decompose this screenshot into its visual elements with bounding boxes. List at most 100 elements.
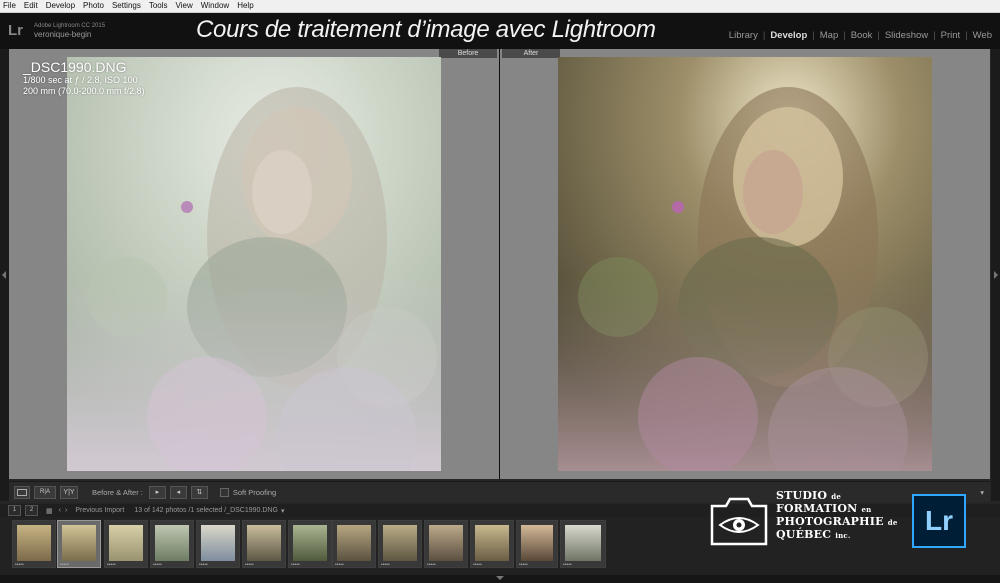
- collapse-bottom-icon: [496, 576, 504, 580]
- left-panel-toggle[interactable]: [0, 49, 9, 501]
- photo-exposure: 1/800 sec at ƒ / 2.8, ISO 100: [23, 75, 138, 85]
- reference-view-button[interactable]: R|A: [34, 485, 56, 499]
- module-slideshow[interactable]: Slideshow: [885, 30, 928, 41]
- thumb-image: [565, 525, 601, 561]
- menu-tools[interactable]: Tools: [145, 0, 172, 12]
- filmstrip-thumb[interactable]: •••••: [470, 520, 514, 568]
- thumb-image: [109, 525, 143, 561]
- studio-line-5: PHOTOGRAPHIE: [776, 515, 884, 528]
- menu-photo[interactable]: Photo: [79, 0, 108, 12]
- after-image: [558, 57, 932, 471]
- copy-before-to-after-button[interactable]: ▸: [148, 485, 166, 499]
- before-image: [67, 57, 441, 471]
- photo-info-overlay: _DSC1990.DNG 1/800 sec at ƒ / 2.8, ISO 1…: [23, 59, 145, 97]
- thumb-image: [247, 525, 281, 561]
- module-separator: |: [965, 30, 968, 41]
- thumb-image: [17, 525, 51, 561]
- thumb-image: [62, 525, 96, 561]
- filmstrip-thumb[interactable]: •••••: [12, 520, 56, 568]
- thumb-stars: •••••: [473, 562, 482, 568]
- thumb-stars: •••••: [199, 562, 208, 568]
- before-photo[interactable]: [67, 57, 441, 471]
- thumb-image: [155, 525, 189, 561]
- after-label: After: [502, 49, 560, 58]
- grid-icon[interactable]: ▦: [46, 507, 53, 515]
- before-pane: Before: [9, 49, 499, 479]
- menu-develop[interactable]: Develop: [42, 0, 79, 12]
- thumb-stars: •••••: [153, 562, 162, 568]
- swap-before-after-button[interactable]: ⇅: [190, 485, 208, 499]
- module-library[interactable]: Library: [729, 30, 758, 41]
- module-separator: |: [812, 30, 815, 41]
- yy-label: Y|Y: [63, 488, 75, 496]
- thumb-image: [521, 525, 553, 561]
- identity-plate: Adobe Lightroom CC 2015 veronique-begin: [34, 23, 105, 39]
- user-name: veronique-begin: [34, 30, 92, 39]
- filmstrip-thumb[interactable]: •••••: [196, 520, 240, 568]
- after-photo[interactable]: [558, 57, 932, 471]
- thumb-stars: •••••: [15, 562, 24, 568]
- expand-left-icon: [2, 271, 6, 279]
- page-button-1[interactable]: 1: [8, 505, 21, 516]
- thumb-stars: •••••: [291, 562, 300, 568]
- studio-line-4: en: [861, 505, 872, 514]
- filmstrip-thumb[interactable]: •••••: [332, 520, 376, 568]
- menu-help[interactable]: Help: [233, 0, 257, 12]
- identity-plate-bar: Lr Adobe Lightroom CC 2015 veronique-beg…: [0, 13, 1000, 49]
- filmstrip-thumb[interactable]: •••••: [424, 520, 468, 568]
- page-button-2[interactable]: 2: [25, 505, 38, 516]
- forward-icon[interactable]: ›: [65, 507, 67, 514]
- filmstrip-thumb[interactable]: •••••: [378, 520, 422, 568]
- thumb-stars: •••••: [335, 562, 344, 568]
- loupe-view-button[interactable]: [14, 485, 30, 499]
- thumb-image: [201, 525, 235, 561]
- filmstrip-source[interactable]: Previous Import: [75, 507, 124, 514]
- menu-file[interactable]: File: [0, 0, 20, 12]
- menu-window[interactable]: Window: [197, 0, 233, 12]
- filmstrip-thumb[interactable]: •••••: [150, 520, 194, 568]
- module-web[interactable]: Web: [973, 30, 992, 41]
- studio-name: STUDIO de FORMATION en PHOTOGRAPHIE de Q…: [776, 490, 897, 542]
- module-develop[interactable]: Develop: [770, 30, 807, 41]
- thumb-image: [293, 525, 327, 561]
- filmstrip-thumb[interactable]: •••••: [516, 520, 558, 568]
- photo-lens: 200 mm (70.0-200.0 mm f/2.8): [23, 86, 145, 96]
- filmstrip-thumb[interactable]: •••••: [104, 520, 148, 568]
- chevron-down-icon[interactable]: ▾: [281, 507, 285, 515]
- thumb-image: [337, 525, 371, 561]
- toolbar-menu-icon[interactable]: ▾: [980, 488, 984, 497]
- module-book[interactable]: Book: [851, 30, 873, 41]
- soft-proofing-checkbox[interactable]: [219, 487, 229, 497]
- menu-bar: File Edit Develop Photo Settings Tools V…: [0, 0, 1000, 13]
- before-after-label: Before & After :: [92, 487, 143, 497]
- right-panel-toggle[interactable]: [991, 49, 1000, 501]
- soft-proofing-label: Soft Proofing: [232, 487, 277, 497]
- arrow-right-icon: ▸: [155, 489, 160, 496]
- filmstrip-thumb-selected[interactable]: •••••: [57, 520, 101, 568]
- bottom-panel-toggle[interactable]: [0, 575, 1000, 583]
- thumb-stars: •••••: [563, 562, 572, 568]
- filmstrip-thumb[interactable]: •••••: [560, 520, 606, 568]
- app-name: Adobe Lightroom CC 2015: [34, 23, 106, 29]
- module-separator: |: [933, 30, 936, 41]
- expand-right-icon: [994, 271, 998, 279]
- studio-line-3: FORMATION: [776, 502, 858, 515]
- module-map[interactable]: Map: [820, 30, 838, 41]
- menu-edit[interactable]: Edit: [20, 0, 42, 12]
- copy-after-to-before-button[interactable]: ◂: [169, 485, 187, 499]
- thumb-image: [475, 525, 509, 561]
- lightroom-badge: Lr: [912, 494, 966, 548]
- filmstrip-thumb[interactable]: •••••: [288, 520, 332, 568]
- menu-settings[interactable]: Settings: [108, 0, 145, 12]
- thumb-stars: •••••: [107, 562, 116, 568]
- loupe-icon: [17, 488, 27, 496]
- module-print[interactable]: Print: [941, 30, 961, 41]
- menu-view[interactable]: View: [172, 0, 197, 12]
- back-icon[interactable]: ‹: [59, 507, 61, 514]
- thumb-stars: •••••: [519, 562, 528, 568]
- before-after-view-button[interactable]: Y|Y: [60, 485, 78, 499]
- thumb-stars: •••••: [381, 562, 390, 568]
- filmstrip-thumb[interactable]: •••••: [242, 520, 286, 568]
- camera-eye-icon: [710, 497, 768, 546]
- thumb-stars: •••••: [60, 562, 69, 568]
